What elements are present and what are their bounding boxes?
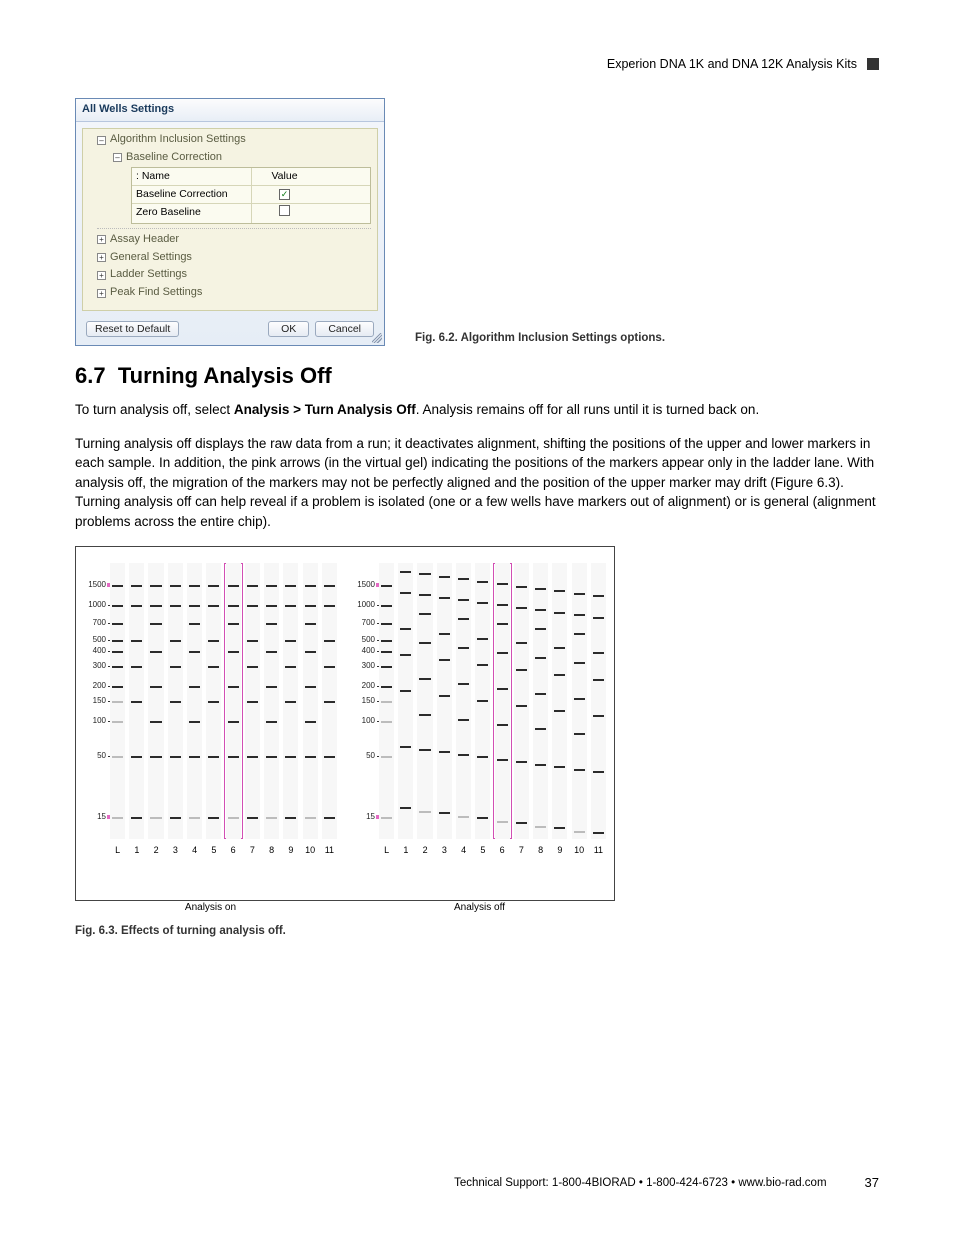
menu-path: Analysis > Turn Analysis Off bbox=[234, 402, 416, 417]
gel-x-labels: L1234567891011 bbox=[377, 844, 608, 857]
gel-panel-analysis-on: 150010007005004003002001501005015 L12345… bbox=[76, 557, 345, 867]
gel-right-caption: Analysis off bbox=[345, 901, 614, 916]
tree-node-assay-header[interactable]: + Assay Header bbox=[83, 231, 377, 249]
all-wells-settings-dialog: All Wells Settings – Algorithm Inclusion… bbox=[75, 98, 385, 346]
tree-label: Algorithm Inclusion Settings bbox=[110, 132, 246, 148]
row-value[interactable]: ✓ bbox=[252, 186, 317, 203]
expand-icon[interactable]: + bbox=[97, 235, 106, 244]
tree-label: Ladder Settings bbox=[110, 267, 187, 283]
collapse-icon[interactable]: – bbox=[113, 153, 122, 162]
col-name: : Name bbox=[132, 168, 252, 185]
expand-icon[interactable]: + bbox=[97, 271, 106, 280]
section-number: 6.7 bbox=[75, 363, 106, 388]
expand-icon[interactable]: + bbox=[97, 253, 106, 262]
tree-node-general-settings[interactable]: + General Settings bbox=[83, 249, 377, 267]
collapse-icon[interactable]: – bbox=[97, 136, 106, 145]
tree-label: Assay Header bbox=[110, 232, 179, 248]
settings-table: : Name Value Baseline Correction ✓ Zero … bbox=[131, 167, 371, 224]
header-title: Experion DNA 1K and DNA 12K Analysis Kit… bbox=[607, 55, 857, 73]
gel-y-axis: 150010007005004003002001501005015 bbox=[76, 563, 108, 839]
dialog-title: All Wells Settings bbox=[76, 99, 384, 122]
page-number: 37 bbox=[865, 1174, 879, 1193]
tree-node-ladder-settings[interactable]: + Ladder Settings bbox=[83, 266, 377, 284]
tree-label: General Settings bbox=[110, 250, 192, 266]
tree-label: Peak Find Settings bbox=[110, 285, 202, 301]
cancel-button[interactable]: Cancel bbox=[315, 321, 374, 337]
footer-text: Technical Support: 1-800-4BIORAD • 1-800… bbox=[454, 1175, 826, 1192]
divider bbox=[97, 228, 371, 229]
checkbox-unchecked-icon bbox=[279, 205, 290, 216]
paragraph: To turn analysis off, select Analysis > … bbox=[75, 400, 879, 420]
page-footer: Technical Support: 1-800-4BIORAD • 1-800… bbox=[75, 1174, 879, 1193]
row-value[interactable] bbox=[252, 204, 317, 222]
gel-lanes bbox=[377, 563, 608, 839]
checkbox-checked-icon: ✓ bbox=[279, 189, 290, 200]
reset-to-default-button[interactable]: Reset to Default bbox=[86, 321, 179, 337]
tree-label: Baseline Correction bbox=[126, 150, 222, 166]
table-header-row: : Name Value bbox=[132, 168, 370, 186]
gel-y-axis: 150010007005004003002001501005015 bbox=[345, 563, 377, 839]
gel-lanes bbox=[108, 563, 339, 839]
dialog-buttonbar: Reset to Default OK Cancel bbox=[76, 317, 384, 345]
table-row: Baseline Correction ✓ bbox=[132, 186, 370, 204]
figure-6-3-gel-image: 150010007005004003002001501005015 L12345… bbox=[75, 546, 615, 901]
dialog-body: – Algorithm Inclusion Settings – Baselin… bbox=[82, 128, 378, 311]
gel-x-labels: L1234567891011 bbox=[108, 844, 339, 857]
section-heading: 6.7 Turning Analysis Off bbox=[75, 360, 879, 392]
resize-grip-icon[interactable] bbox=[372, 333, 382, 343]
tree-node-peak-find-settings[interactable]: + Peak Find Settings bbox=[83, 284, 377, 302]
page-header: Experion DNA 1K and DNA 12K Analysis Kit… bbox=[75, 55, 879, 73]
figure-6-3-caption: Fig. 6.3. Effects of turning analysis of… bbox=[75, 923, 879, 940]
paragraph: Turning analysis off displays the raw da… bbox=[75, 434, 879, 532]
row-name: Baseline Correction bbox=[132, 186, 252, 203]
expand-icon[interactable]: + bbox=[97, 289, 106, 298]
header-marker-icon bbox=[867, 58, 879, 70]
row-name: Zero Baseline bbox=[132, 204, 252, 222]
gel-panel-analysis-off: 150010007005004003002001501005015 L12345… bbox=[345, 557, 614, 867]
tree-node-baseline-correction[interactable]: – Baseline Correction bbox=[83, 149, 377, 167]
section-title: Turning Analysis Off bbox=[118, 363, 332, 388]
col-value: Value bbox=[252, 168, 317, 185]
tree-node-algorithm-inclusion[interactable]: – Algorithm Inclusion Settings bbox=[83, 131, 377, 149]
gel-left-caption: Analysis on bbox=[76, 901, 345, 916]
ok-button[interactable]: OK bbox=[268, 321, 309, 337]
table-row: Zero Baseline bbox=[132, 204, 370, 222]
figure-6-2-caption: Fig. 6.2. Algorithm Inclusion Settings o… bbox=[415, 330, 665, 347]
